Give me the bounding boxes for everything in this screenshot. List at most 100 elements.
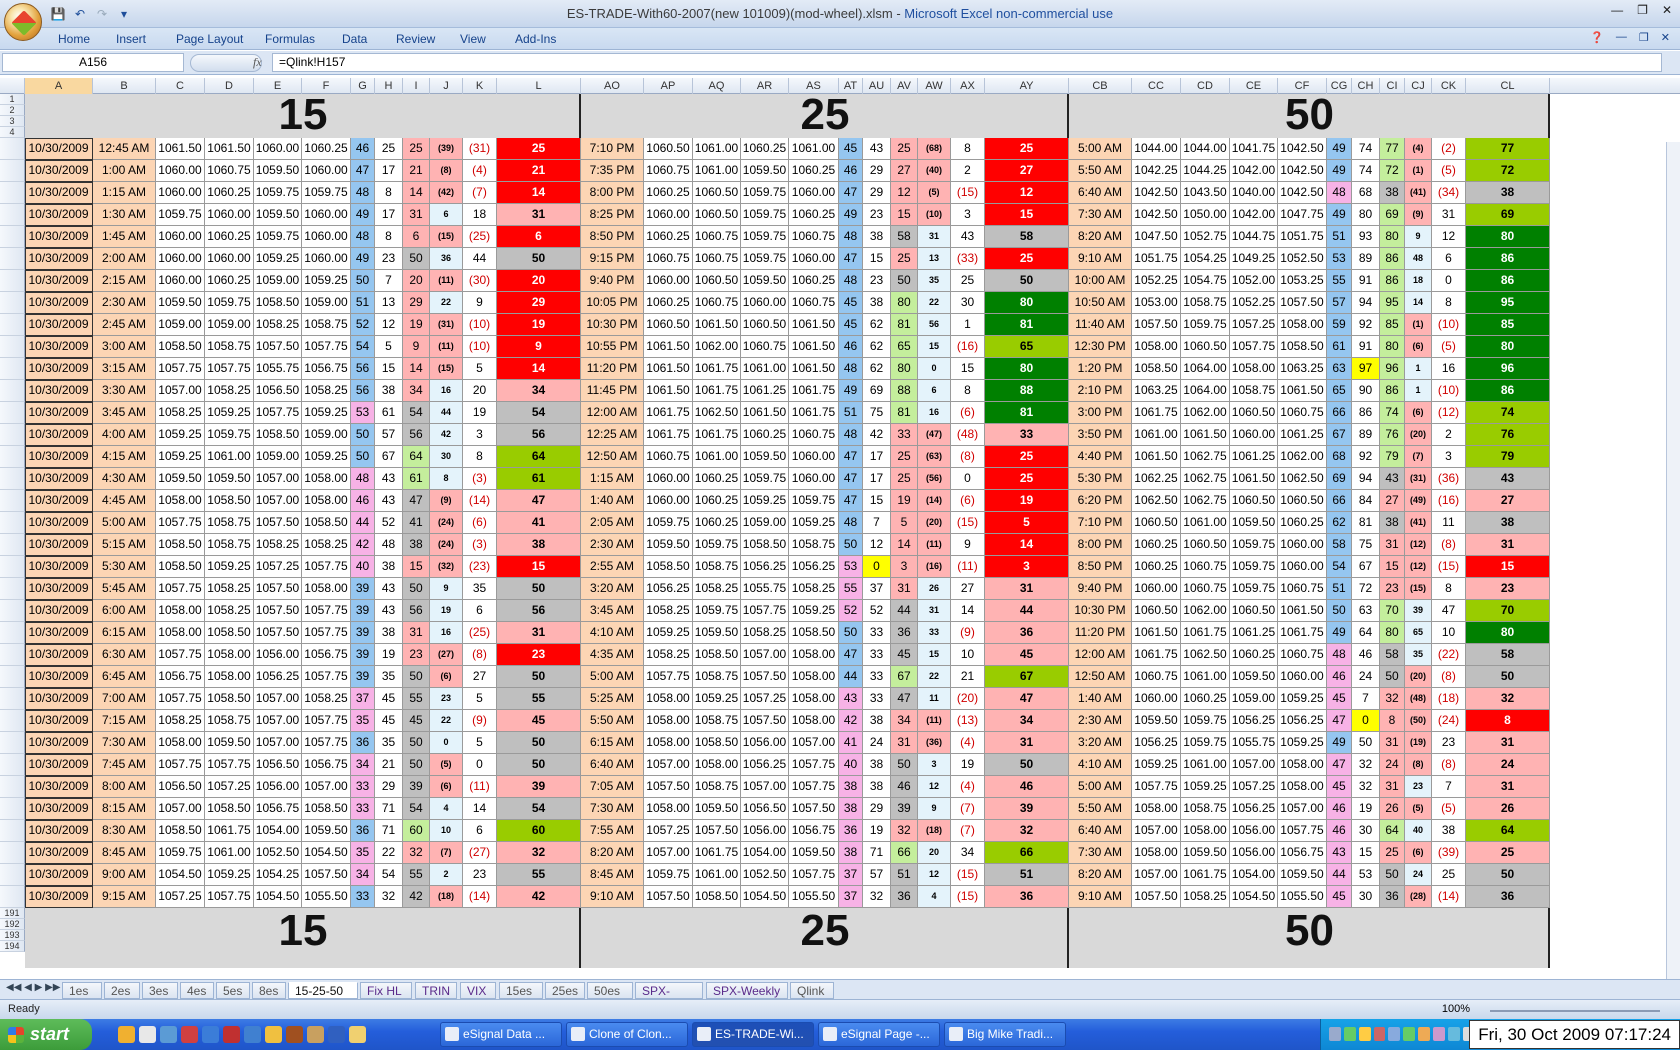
cell-av[interactable]: 81 [891,402,918,424]
cell-cb[interactable]: 3:50 PM [1069,424,1132,446]
column-header-j[interactable]: J [430,78,463,94]
cell-h[interactable]: 38 [375,622,403,644]
cell-d[interactable]: 1058.25 [205,380,254,402]
cell-aq[interactable]: 1062.00 [693,336,741,358]
row-header[interactable] [0,226,25,248]
column-header-cj[interactable]: CJ [1405,78,1432,94]
cell-as[interactable]: 1059.25 [789,512,839,534]
cell-ch[interactable]: 91 [1352,336,1380,358]
cell-cf[interactable]: 1058.00 [1278,754,1327,776]
cell-ap[interactable]: 1060.75 [644,160,693,182]
cell-at[interactable]: 38 [839,798,863,820]
cell-cd[interactable]: 1060.75 [1181,578,1230,600]
tab-nav-icon[interactable]: ◀◀ ◀ ▶ ▶▶ [6,982,60,993]
cell-cc[interactable]: 1058.00 [1132,842,1181,864]
cell-ce[interactable]: 1052.00 [1230,270,1278,292]
cell-ck[interactable]: 31 [1432,204,1466,226]
cell-ay[interactable]: 58 [985,226,1069,248]
cell-cj[interactable]: 39 [1405,600,1432,622]
cell-ax[interactable]: 25 [951,270,985,292]
cell-e[interactable]: 1057.00 [254,732,302,754]
cell-e[interactable]: 1056.50 [254,380,302,402]
sheet-tab-15-25-50[interactable]: 15-25-50 [288,982,358,999]
cell-ax[interactable]: 0 [951,468,985,490]
cell-ci[interactable]: 27 [1380,490,1405,512]
cell-i[interactable]: 50 [403,666,430,688]
cell-h[interactable]: 29 [375,776,403,798]
cell-j[interactable]: 23 [430,688,463,710]
cell-ax[interactable]: 14 [951,600,985,622]
cell-j[interactable]: (24) [430,534,463,556]
cell-ao[interactable]: 7:05 AM [581,776,644,798]
cell-ao[interactable]: 10:30 PM [581,314,644,336]
sheet-tab-8es[interactable]: 8es [252,982,286,999]
cell-c[interactable]: 1057.75 [156,644,205,666]
cell-cj[interactable]: 40 [1405,820,1432,842]
cell-cg[interactable]: 48 [1327,182,1352,204]
cell-e[interactable]: 1054.00 [254,820,302,842]
cell-e[interactable]: 1059.00 [254,446,302,468]
cell-i[interactable]: 34 [403,380,430,402]
cell-cg[interactable]: 58 [1327,534,1352,556]
cell-at[interactable]: 50 [839,622,863,644]
cell-ay[interactable]: 51 [985,864,1069,886]
cell-g[interactable]: 39 [351,666,375,688]
cell-c[interactable]: 1058.25 [156,710,205,732]
cell-a[interactable]: 10/30/2009 [25,270,93,292]
cell-ck[interactable]: (36) [1432,468,1466,490]
cell-g[interactable]: 48 [351,182,375,204]
cell-e[interactable]: 1057.00 [254,490,302,512]
taskbar-button-clone-of-clone[interactable]: Clone of Clon... [566,1022,688,1047]
cell-ck[interactable]: 3 [1432,446,1466,468]
cell-ci[interactable]: 76 [1380,424,1405,446]
cell-h[interactable]: 61 [375,402,403,424]
cell-d[interactable]: 1059.50 [205,468,254,490]
cell-ax[interactable]: 3 [951,204,985,226]
cell-ax[interactable]: (8) [951,446,985,468]
cell-a[interactable]: 10/30/2009 [25,622,93,644]
name-box[interactable]: A156 [2,53,184,72]
cell-d[interactable]: 1058.75 [205,512,254,534]
cell-b[interactable]: 7:45 AM [93,754,156,776]
cell-h[interactable]: 43 [375,468,403,490]
cell-e[interactable]: 1059.25 [254,248,302,270]
row-header[interactable] [0,512,25,534]
cell-ap[interactable]: 1058.00 [644,710,693,732]
cell-au[interactable]: 62 [863,336,891,358]
cell-cj[interactable]: (41) [1405,182,1432,204]
cell-a[interactable]: 10/30/2009 [25,292,93,314]
cell-h[interactable]: 35 [375,732,403,754]
cell-cj[interactable]: (49) [1405,490,1432,512]
column-header-ar[interactable]: AR [741,78,789,94]
cell-cj[interactable]: (50) [1405,710,1432,732]
tab-view[interactable]: View [460,32,486,46]
cell-ay[interactable]: 34 [985,710,1069,732]
cell-cl[interactable]: 43 [1466,468,1550,490]
cell-a[interactable]: 10/30/2009 [25,556,93,578]
cell-au[interactable]: 33 [863,688,891,710]
cell-aw[interactable]: (10) [918,204,951,226]
cell-au[interactable]: 43 [863,138,891,160]
cell-ap[interactable]: 1057.00 [644,842,693,864]
cell-cj[interactable]: 24 [1405,864,1432,886]
cell-i[interactable]: 19 [403,314,430,336]
cell-a[interactable]: 10/30/2009 [25,666,93,688]
cell-aq[interactable]: 1059.75 [693,600,741,622]
cell-cg[interactable]: 47 [1327,710,1352,732]
cell-ap[interactable]: 1060.25 [644,182,693,204]
cell-au[interactable]: 29 [863,798,891,820]
cell-k[interactable]: 20 [463,380,497,402]
cell-c[interactable]: 1057.25 [156,886,205,908]
cell-cl[interactable]: 36 [1466,886,1550,908]
cell-ci[interactable]: 38 [1380,512,1405,534]
cell-cl[interactable]: 74 [1466,402,1550,424]
cell-k[interactable]: 8 [463,446,497,468]
cell-cj[interactable]: 1 [1405,380,1432,402]
cell-cj[interactable]: (28) [1405,886,1432,908]
cell-d[interactable]: 1059.25 [205,556,254,578]
cell-e[interactable]: 1057.75 [254,402,302,424]
quick-launch-icon[interactable] [202,1026,219,1043]
cell-at[interactable]: 55 [839,578,863,600]
cell-e[interactable]: 1059.75 [254,182,302,204]
cell-ci[interactable]: 36 [1380,886,1405,908]
